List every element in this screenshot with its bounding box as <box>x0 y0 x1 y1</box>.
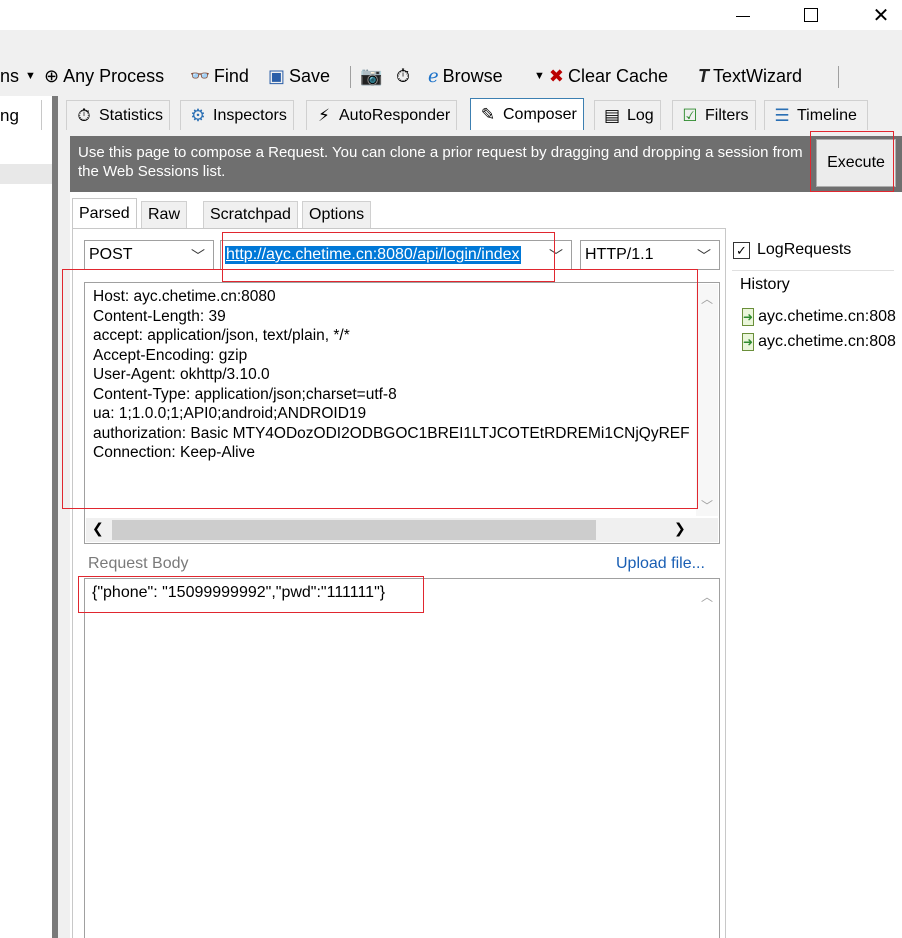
headers-vertical-scrollbar[interactable]: ︿ ﹀ <box>696 284 718 516</box>
request-arrow-icon: ➜ <box>742 333 755 351</box>
save-button[interactable]: ▣ Save <box>268 60 330 92</box>
web-sessions-panel <box>0 96 52 938</box>
stopwatch-icon: ⏱ <box>396 65 411 86</box>
text-wizard-icon: T <box>698 65 709 86</box>
checkbox-icon: ☑ <box>682 105 698 125</box>
history-item[interactable]: ➜ ayc.chetime.cn:8080 <box>742 306 896 328</box>
toolbar-separator <box>350 66 351 88</box>
tab-log[interactable]: ▤ Log <box>594 100 661 130</box>
log-requests-label: LogRequests <box>757 241 852 258</box>
crosshair-icon: ⊕ <box>44 65 60 86</box>
close-button[interactable]: ✕ <box>858 0 902 30</box>
http-version-select[interactable]: HTTP/1.1 ﹀ <box>580 240 720 270</box>
screenshot-button[interactable]: 📷 <box>360 60 386 92</box>
minimize-button[interactable] <box>720 0 766 30</box>
history-item[interactable]: ➜ ayc.chetime.cn:8080 <box>742 331 896 353</box>
tab-timeline[interactable]: ☰ Timeline <box>764 100 868 130</box>
scroll-down-icon: ﹀ <box>700 499 713 513</box>
log-requests-checkbox[interactable]: ✓ <box>733 242 750 259</box>
request-body-label: Request Body <box>88 555 189 572</box>
compose-icon: ✎ <box>480 104 496 124</box>
history-label: History <box>740 276 790 293</box>
scroll-up-icon[interactable]: ︿ <box>696 588 718 605</box>
tab-composer[interactable]: ✎ Composer <box>470 98 584 130</box>
tab-inspectors[interactable]: ⚙ Inspectors <box>180 100 294 130</box>
any-process-button[interactable]: ⊕ Any Process <box>44 60 164 92</box>
timer-icon: ⏱ <box>77 105 91 125</box>
tab-filters[interactable]: ☑ Filters <box>672 100 756 130</box>
tab-autoresponder[interactable]: ⚡ AutoResponder <box>306 100 458 130</box>
dropdown-arrow-icon: ▼ <box>25 70 36 82</box>
tab-raw[interactable]: Raw <box>141 201 188 228</box>
composer-info-text: Use this page to compose a Request. You … <box>78 144 803 180</box>
chevron-down-icon: ﹀ <box>191 248 205 264</box>
request-body-textarea[interactable] <box>84 578 720 938</box>
clear-cache-icon: ✖ <box>548 65 564 86</box>
browser-icon: ℯ <box>428 65 439 86</box>
maximize-button[interactable] <box>788 0 834 30</box>
save-icon: ▣ <box>268 65 286 86</box>
body-highlight-box <box>78 576 424 613</box>
scroll-right-icon[interactable]: ❯ <box>674 520 686 537</box>
log-icon: ▤ <box>603 105 621 125</box>
request-arrow-icon: ➜ <box>742 308 755 326</box>
method-select[interactable]: POST ﹀ <box>84 240 214 270</box>
headers-highlight-box <box>62 269 698 509</box>
tab-scratchpad[interactable]: Scratchpad <box>203 201 298 228</box>
execute-highlight-box <box>810 131 894 192</box>
horizontal-scroll-thumb[interactable] <box>112 520 596 540</box>
scroll-up-icon: ︿ <box>700 292 713 306</box>
inspector-icon: ⚙ <box>190 105 206 125</box>
tab-options[interactable]: Options <box>302 201 372 228</box>
binoculars-icon: 👓 <box>190 68 210 85</box>
timer-button[interactable]: ⏱ <box>396 60 414 92</box>
lightning-icon: ⚡ <box>318 105 330 125</box>
upload-file-link[interactable]: Upload file... <box>616 555 705 573</box>
tab-statistics[interactable]: ⏱ Statistics <box>66 100 171 130</box>
maximize-icon <box>804 8 818 22</box>
left-panel-tab[interactable]: ng <box>0 100 42 130</box>
session-row[interactable] <box>0 164 52 184</box>
minimize-icon <box>736 15 750 17</box>
browse-button[interactable]: ℯ Browse <box>428 60 503 92</box>
scroll-left-icon[interactable]: ❮ <box>92 520 104 537</box>
find-button[interactable]: 👓 Find <box>190 60 249 92</box>
check-icon: ✓ <box>736 242 747 258</box>
timeline-icon: ☰ <box>774 105 790 125</box>
close-icon: ✕ <box>872 3 890 27</box>
history-panel <box>732 270 894 938</box>
chevron-down-icon: ﹀ <box>697 248 711 264</box>
camera-icon: 📷 <box>360 65 383 86</box>
window-titlebar <box>0 0 902 30</box>
dropdown-arrow-icon: ▼ <box>534 70 545 82</box>
tab-parsed[interactable]: Parsed <box>72 198 137 228</box>
textwizard-button[interactable]: T TextWizard <box>698 60 802 92</box>
clear-cache-button[interactable]: ▼ ✖ Clear Cache <box>534 60 668 92</box>
toolbar-item-sessions-menu[interactable]: ns ▼ <box>0 60 36 92</box>
toolbar-separator <box>838 66 839 88</box>
